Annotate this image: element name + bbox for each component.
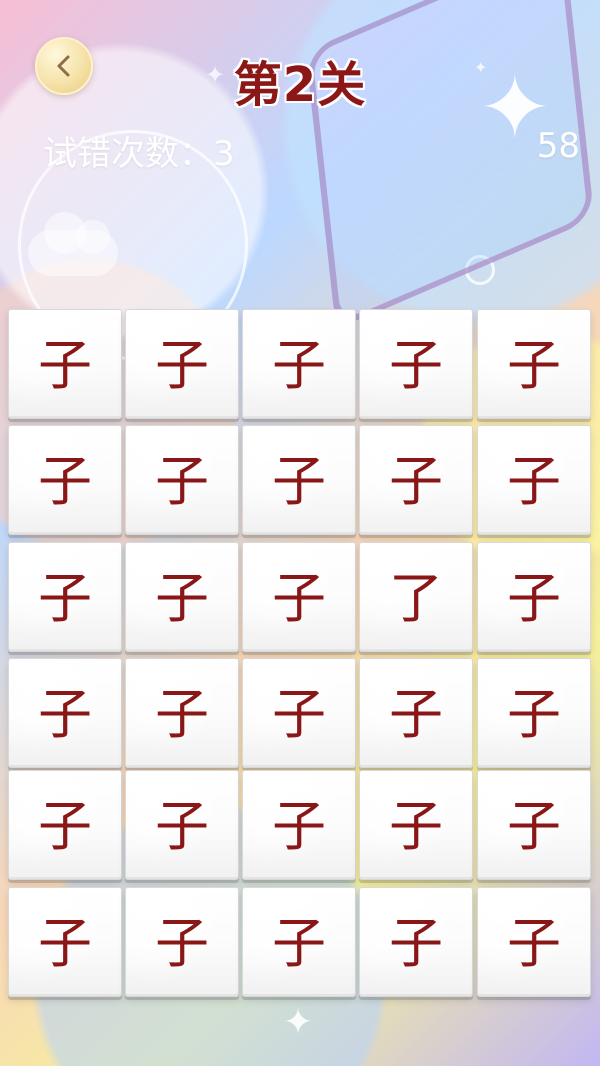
tile-character: 子 <box>272 449 326 513</box>
sparkle-icon: ✦ <box>283 1002 314 1043</box>
character-tile[interactable]: 子 <box>125 658 239 768</box>
tile-character: 子 <box>507 794 561 858</box>
tile-character: 子 <box>507 911 561 975</box>
tile-character: 子 <box>38 333 92 397</box>
tile-character: 子 <box>272 333 326 397</box>
character-tile[interactable]: 子 <box>242 658 356 768</box>
tile-character: 子 <box>507 682 561 746</box>
tile-character: 子 <box>389 449 443 513</box>
character-tile[interactable]: 子 <box>8 309 122 419</box>
tile-character: 子 <box>272 911 326 975</box>
character-tile[interactable]: 子 <box>477 887 591 997</box>
tile-character: 子 <box>155 682 209 746</box>
tile-character: 子 <box>507 449 561 513</box>
tile-character: 子 <box>38 449 92 513</box>
character-tile[interactable]: 子 <box>125 309 239 419</box>
tile-board: 子子子子子子子子子子子子子了子子子子子子子子子子子子子子子子 <box>8 309 592 1005</box>
tile-character: 子 <box>272 566 326 630</box>
tile-character: 子 <box>155 333 209 397</box>
character-tile[interactable]: 子 <box>477 658 591 768</box>
tile-character: 了 <box>389 566 443 630</box>
tile-character: 子 <box>389 794 443 858</box>
tile-character: 子 <box>155 449 209 513</box>
tile-character: 子 <box>38 794 92 858</box>
character-tile[interactable]: 子 <box>477 425 591 535</box>
tile-character: 子 <box>38 566 92 630</box>
tile-character: 子 <box>38 911 92 975</box>
character-tile[interactable]: 子 <box>242 309 356 419</box>
character-tile[interactable]: 子 <box>8 770 122 880</box>
character-tile[interactable]: 子 <box>477 309 591 419</box>
character-tile[interactable]: 子 <box>125 542 239 652</box>
character-tile[interactable]: 子 <box>359 887 473 997</box>
character-tile[interactable]: 了 <box>359 542 473 652</box>
character-tile[interactable]: 子 <box>125 425 239 535</box>
character-tile[interactable]: 子 <box>8 542 122 652</box>
character-tile[interactable]: 子 <box>8 425 122 535</box>
tile-character: 子 <box>389 333 443 397</box>
character-tile[interactable]: 子 <box>477 542 591 652</box>
tile-character: 子 <box>155 794 209 858</box>
error-count-label: 试错次数：3 <box>43 134 235 174</box>
character-tile[interactable]: 子 <box>242 425 356 535</box>
tile-character: 子 <box>272 682 326 746</box>
tile-character: 子 <box>155 566 209 630</box>
tile-character: 子 <box>507 333 561 397</box>
level-title: 第2关 <box>233 57 367 113</box>
character-tile[interactable]: 子 <box>125 770 239 880</box>
character-tile[interactable]: 子 <box>8 887 122 997</box>
character-tile[interactable]: 子 <box>125 887 239 997</box>
character-tile[interactable]: 子 <box>477 770 591 880</box>
character-tile[interactable]: 子 <box>242 887 356 997</box>
character-tile[interactable]: 子 <box>242 542 356 652</box>
tile-character: 子 <box>389 911 443 975</box>
character-tile[interactable]: 子 <box>242 770 356 880</box>
character-tile[interactable]: 子 <box>359 425 473 535</box>
tile-character: 子 <box>38 682 92 746</box>
decorative-cloud <box>28 212 118 276</box>
tile-character: 子 <box>155 911 209 975</box>
tile-character: 子 <box>389 682 443 746</box>
tile-character: 子 <box>272 794 326 858</box>
character-tile[interactable]: 子 <box>359 309 473 419</box>
character-tile[interactable]: 子 <box>359 658 473 768</box>
character-tile[interactable]: 子 <box>8 658 122 768</box>
character-tile[interactable]: 子 <box>359 770 473 880</box>
tile-character: 子 <box>507 566 561 630</box>
countdown-timer: 58 <box>536 126 580 166</box>
